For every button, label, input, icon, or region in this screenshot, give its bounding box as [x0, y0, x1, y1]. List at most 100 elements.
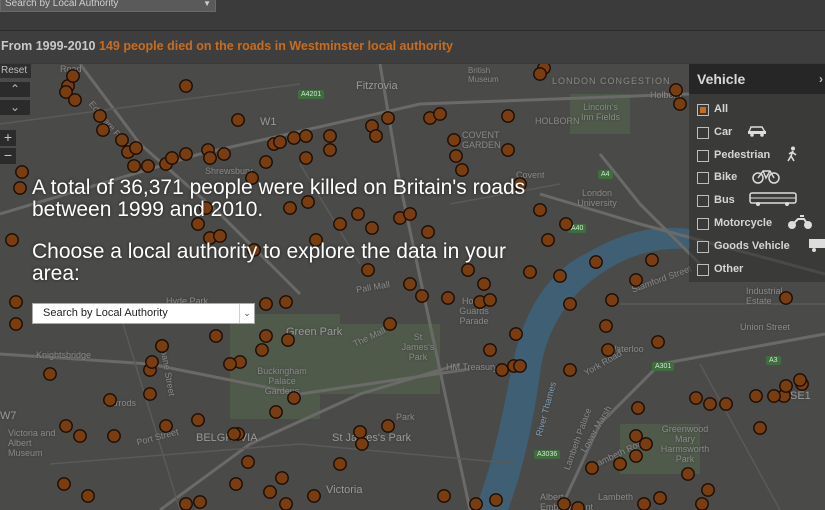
- fatality-marker[interactable]: [103, 393, 117, 407]
- legend-item-goods-vehicle[interactable]: Goods Vehicle: [697, 237, 825, 257]
- legend-checkbox[interactable]: [697, 195, 709, 208]
- local-authority-select[interactable]: Search by Local Authority ⌄: [32, 303, 255, 324]
- fatality-marker[interactable]: [179, 79, 193, 93]
- legend-item-bus[interactable]: Bus: [697, 191, 825, 211]
- fatality-marker[interactable]: [145, 355, 159, 369]
- fatality-marker[interactable]: [273, 135, 287, 149]
- fatality-marker[interactable]: [447, 133, 461, 147]
- top-local-authority-select[interactable]: Search by Local Authority ▼: [0, 0, 216, 12]
- zoom-in-button[interactable]: +: [0, 130, 16, 146]
- fatality-marker[interactable]: [501, 143, 515, 157]
- legend-checkbox[interactable]: [697, 263, 709, 276]
- fatality-marker[interactable]: [563, 297, 577, 311]
- fatality-marker[interactable]: [227, 427, 241, 441]
- fatality-marker[interactable]: [673, 97, 687, 111]
- fatality-marker[interactable]: [589, 255, 603, 269]
- fatality-marker[interactable]: [9, 295, 23, 309]
- fatality-marker[interactable]: [115, 133, 129, 147]
- fatality-marker[interactable]: [433, 107, 447, 121]
- fatality-marker[interactable]: [779, 291, 793, 305]
- fatality-marker[interactable]: [263, 485, 277, 499]
- fatality-marker[interactable]: [749, 389, 763, 403]
- legend-item-all[interactable]: All: [697, 100, 825, 120]
- fatality-marker[interactable]: [553, 269, 567, 283]
- fatality-marker[interactable]: [93, 109, 107, 123]
- fatality-marker[interactable]: [605, 293, 619, 307]
- fatality-marker[interactable]: [333, 457, 347, 471]
- legend-item-pedestrian[interactable]: Pedestrian: [697, 146, 825, 166]
- fatality-marker[interactable]: [323, 129, 337, 143]
- fatality-marker[interactable]: [279, 497, 293, 510]
- zoom-out-button[interactable]: −: [0, 148, 16, 164]
- fatality-marker[interactable]: [155, 339, 169, 353]
- fatality-marker[interactable]: [489, 493, 503, 507]
- fatality-marker[interactable]: [9, 317, 23, 331]
- fatality-marker[interactable]: [275, 471, 289, 485]
- fatality-marker[interactable]: [455, 163, 469, 177]
- fatality-marker[interactable]: [96, 123, 110, 137]
- fatality-marker[interactable]: [563, 363, 577, 377]
- fatality-marker[interactable]: [165, 151, 179, 165]
- legend-checkbox[interactable]: [697, 126, 709, 139]
- fatality-marker[interactable]: [15, 165, 29, 179]
- fatality-marker[interactable]: [469, 497, 483, 510]
- fatality-marker[interactable]: [353, 425, 367, 439]
- fatality-marker[interactable]: [259, 329, 273, 343]
- fatality-marker[interactable]: [629, 449, 643, 463]
- fatality-marker[interactable]: [209, 329, 223, 343]
- fatality-marker[interactable]: [483, 293, 497, 307]
- fatality-marker[interactable]: [179, 147, 193, 161]
- fatality-marker[interactable]: [269, 405, 283, 419]
- legend-title[interactable]: Vehicle ›: [689, 64, 825, 94]
- legend-item-car[interactable]: Car: [697, 123, 825, 143]
- fatality-marker[interactable]: [449, 149, 463, 163]
- fatality-marker[interactable]: [223, 357, 237, 371]
- fatality-marker[interactable]: [793, 373, 807, 387]
- fatality-marker[interactable]: [355, 437, 369, 451]
- map[interactable]: Fitzrovia British Museum LONDON CONGESTI…: [0, 64, 825, 510]
- fatality-marker[interactable]: [509, 327, 523, 341]
- fatality-marker[interactable]: [719, 397, 733, 411]
- fatality-marker[interactable]: [681, 467, 695, 481]
- fatality-marker[interactable]: [437, 489, 451, 503]
- fatality-marker[interactable]: [601, 343, 615, 357]
- fatality-marker[interactable]: [779, 379, 793, 393]
- fatality-marker[interactable]: [203, 151, 217, 165]
- fatality-marker[interactable]: [533, 67, 547, 81]
- legend-checkbox[interactable]: [697, 149, 709, 162]
- fatality-marker[interactable]: [73, 429, 87, 443]
- fatality-marker[interactable]: [287, 131, 301, 145]
- fatality-marker[interactable]: [287, 391, 301, 405]
- fatality-marker[interactable]: [653, 491, 667, 505]
- fatality-marker[interactable]: [495, 363, 509, 377]
- fatality-marker[interactable]: [645, 253, 659, 267]
- fatality-marker[interactable]: [81, 489, 95, 503]
- fatality-marker[interactable]: [383, 317, 397, 331]
- fatality-marker[interactable]: [43, 367, 57, 381]
- fatality-marker[interactable]: [533, 203, 547, 217]
- fatality-marker[interactable]: [59, 419, 73, 433]
- fatality-marker[interactable]: [307, 489, 321, 503]
- fatality-marker[interactable]: [259, 297, 273, 311]
- fatality-marker[interactable]: [107, 429, 121, 443]
- fatality-marker[interactable]: [159, 419, 173, 433]
- fatality-marker[interactable]: [13, 181, 27, 195]
- fatality-marker[interactable]: [68, 93, 82, 107]
- fatality-marker[interactable]: [513, 359, 527, 373]
- fatality-marker[interactable]: [637, 497, 651, 510]
- fatality-marker[interactable]: [703, 397, 717, 411]
- legend-checkbox[interactable]: [697, 240, 709, 253]
- legend-item-motorcycle[interactable]: Motorcycle: [697, 214, 825, 234]
- fatality-marker[interactable]: [631, 401, 645, 415]
- fatality-marker[interactable]: [259, 155, 273, 169]
- fatality-marker[interactable]: [191, 413, 205, 427]
- fatality-marker[interactable]: [669, 83, 683, 97]
- fatality-marker[interactable]: [701, 483, 715, 497]
- fatality-marker[interactable]: [299, 129, 313, 143]
- fatality-marker[interactable]: [127, 159, 141, 173]
- fatality-marker[interactable]: [129, 141, 143, 155]
- fatality-marker[interactable]: [57, 477, 71, 491]
- legend-checkbox[interactable]: [697, 172, 709, 185]
- fatality-marker[interactable]: [415, 289, 429, 303]
- fatality-marker[interactable]: [365, 221, 379, 235]
